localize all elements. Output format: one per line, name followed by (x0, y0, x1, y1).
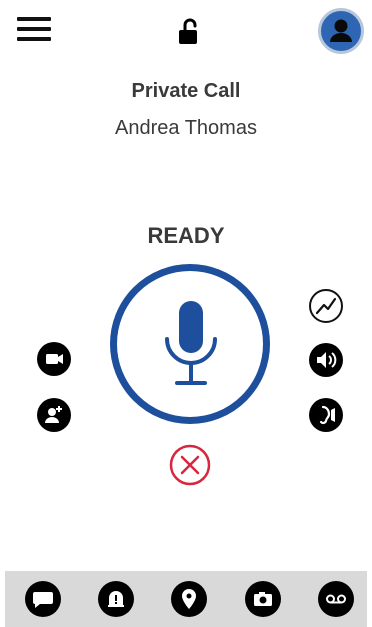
menu-line (17, 37, 51, 41)
menu-line (17, 17, 51, 21)
earpiece-button[interactable] (309, 398, 343, 432)
speaker-button[interactable] (309, 343, 343, 377)
earpiece-icon (319, 405, 335, 425)
tab-location[interactable] (171, 581, 207, 617)
add-user-button[interactable] (37, 398, 71, 432)
video-camera-icon (46, 354, 63, 364)
bottom-tab-bar (5, 571, 367, 627)
hamburger-menu-button[interactable] (14, 14, 54, 44)
location-pin-icon (182, 589, 196, 609)
tab-camera[interactable] (245, 581, 281, 617)
speaker-volume-icon (317, 352, 337, 368)
add-user-icon (45, 406, 62, 423)
tab-alert[interactable] (98, 581, 134, 617)
call-status: READY (147, 223, 225, 248)
voicemail-icon (326, 594, 346, 604)
contact-name: Andrea Thomas (115, 117, 257, 139)
video-call-button[interactable] (37, 342, 71, 376)
user-avatar-button[interactable] (318, 8, 364, 54)
signal-activity-button[interactable] (309, 289, 343, 323)
call-type-label: Private Call (131, 80, 241, 102)
alert-bell-icon (108, 591, 124, 607)
chat-bubble-icon (33, 592, 53, 608)
microphone-icon (165, 301, 217, 385)
push-to-talk-button[interactable] (110, 264, 270, 424)
menu-line (17, 27, 51, 31)
user-avatar-icon (330, 19, 352, 42)
camera-icon (254, 592, 272, 606)
unlocked-padlock-icon[interactable] (176, 18, 202, 46)
cancel-call-button[interactable] (168, 443, 212, 487)
signal-activity-icon (315, 297, 337, 315)
tab-chat[interactable] (25, 581, 61, 617)
cancel-x-icon (169, 444, 211, 486)
tab-voicemail[interactable] (318, 581, 354, 617)
